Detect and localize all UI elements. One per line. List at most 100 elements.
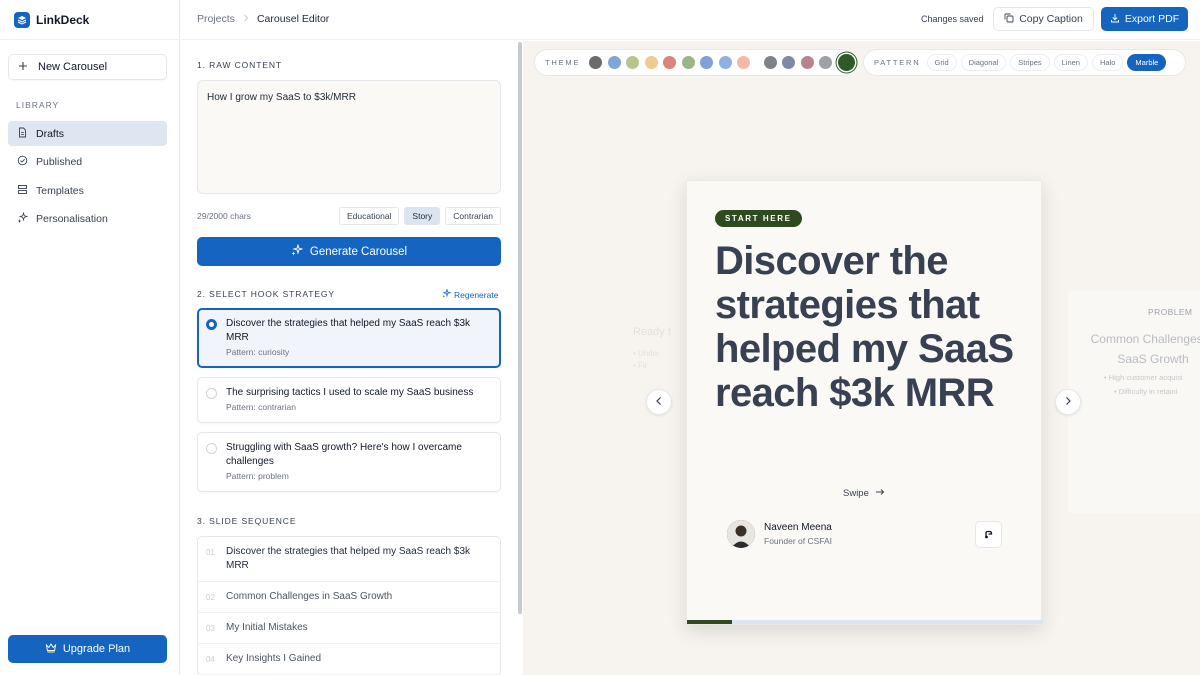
theme-swatch[interactable] bbox=[644, 56, 658, 69]
pattern-label: PATTERN bbox=[874, 58, 921, 67]
theme-swatch[interactable] bbox=[626, 56, 639, 69]
theme-swatches-group bbox=[586, 56, 753, 69]
chevron-right-icon bbox=[243, 13, 249, 25]
list-item[interactable]: 03 My Initial Mistakes bbox=[198, 613, 500, 644]
theme-swatch[interactable] bbox=[763, 56, 777, 69]
slide-title: Key Insights I Gained bbox=[226, 653, 322, 664]
tone-story[interactable]: Story bbox=[404, 207, 441, 225]
sidebar: LinkDeck New Carousel LIBRARY Drafts Pub… bbox=[0, 0, 180, 675]
theme-swatch[interactable] bbox=[782, 56, 795, 69]
pattern-option-linen[interactable]: Linen bbox=[1053, 54, 1088, 71]
pattern-option-halo[interactable]: Halo bbox=[1091, 54, 1124, 71]
next-slide-ghost: PROBLEM Common Challenges in SaaS Growth… bbox=[1068, 291, 1200, 513]
ghost-title: Ready t bbox=[633, 326, 671, 338]
prev-slide-button[interactable] bbox=[646, 389, 672, 415]
theme-swatch[interactable] bbox=[718, 56, 732, 69]
chevron-right-icon bbox=[1064, 393, 1072, 411]
new-carousel-label: New Carousel bbox=[38, 61, 108, 73]
sidebar-item-templates[interactable]: Templates bbox=[8, 178, 167, 203]
char-count: 29/2000 chars bbox=[197, 211, 251, 221]
breadcrumb-projects[interactable]: Projects bbox=[197, 13, 235, 25]
theme-swatches-group bbox=[761, 54, 858, 71]
tone-educational[interactable]: Educational bbox=[339, 207, 400, 225]
theme-swatch[interactable] bbox=[700, 56, 713, 69]
save-status: Changes saved bbox=[921, 14, 984, 24]
export-pdf-button[interactable]: Export PDF bbox=[1101, 7, 1188, 31]
pattern-option-diagonal[interactable]: Diagonal bbox=[960, 54, 1007, 71]
theme-label: THEME bbox=[545, 58, 581, 67]
slide-title: Discover the strategies that helped my S… bbox=[226, 546, 471, 571]
tone-selector: Educational Story Contrarian bbox=[339, 207, 501, 225]
pattern-options: Grid Diagonal Stripes Linen Halo Marble bbox=[926, 54, 1171, 71]
regenerate-label: Regenerate bbox=[454, 289, 499, 300]
hook-strategy-title: 2. SELECT HOOK STRATEGY bbox=[197, 289, 335, 299]
check-circle-icon bbox=[17, 155, 28, 169]
hook-pattern: Pattern: problem bbox=[226, 471, 289, 481]
copy-caption-button[interactable]: Copy Caption bbox=[993, 7, 1094, 31]
pattern-option-marble[interactable]: Marble bbox=[1127, 54, 1167, 71]
tone-contrarian[interactable]: Contrarian bbox=[445, 207, 501, 225]
hook-text: The surprising tactics I used to scale m… bbox=[226, 387, 474, 398]
ghost-title: Common Challenges in SaaS Growth bbox=[1090, 332, 1200, 366]
radio-selected[interactable] bbox=[206, 319, 217, 330]
list-item[interactable]: 01 Discover the strategies that helped m… bbox=[198, 537, 500, 582]
theme-swatch[interactable] bbox=[589, 56, 602, 69]
save-slide-button[interactable] bbox=[975, 521, 1002, 548]
swipe-label: Swipe bbox=[843, 488, 869, 499]
theme-swatch[interactable] bbox=[681, 56, 695, 69]
upgrade-plan-button[interactable]: Upgrade Plan bbox=[8, 635, 167, 663]
hook-option-contrarian[interactable]: The surprising tactics I used to scale m… bbox=[197, 377, 501, 423]
editor-scrollbar[interactable] bbox=[518, 42, 522, 614]
stack-icon bbox=[17, 184, 28, 198]
ghost-label: PROBLEM bbox=[1148, 307, 1193, 317]
crown-icon bbox=[45, 642, 57, 656]
pattern-option-grid[interactable]: Grid bbox=[926, 54, 957, 71]
brand[interactable]: LinkDeck bbox=[0, 0, 179, 40]
sidebar-item-label: Templates bbox=[36, 184, 84, 197]
sidebar-item-published[interactable]: Published bbox=[8, 150, 167, 175]
theme-swatch[interactable] bbox=[837, 54, 855, 71]
radio[interactable] bbox=[206, 388, 217, 399]
list-item[interactable]: 04 Key Insights I Gained bbox=[198, 644, 500, 675]
editor-panel: 1. RAW CONTENT How I grow my SaaS to $3k… bbox=[181, 41, 522, 675]
sidebar-item-drafts[interactable]: Drafts bbox=[8, 121, 167, 146]
theme-swatch[interactable] bbox=[607, 56, 621, 69]
theme-swatch[interactable] bbox=[800, 56, 814, 69]
pattern-picker: PATTERN Grid Diagonal Stripes Linen Halo Marb… bbox=[863, 49, 1186, 76]
raw-content-input[interactable]: How I grow my SaaS to $3k/MRR bbox=[197, 80, 501, 194]
sidebar-item-personalisation[interactable]: Personalisation bbox=[8, 207, 167, 232]
slide-headline: Discover the strategies that helped my S… bbox=[715, 239, 1014, 415]
hook-option-problem[interactable]: Struggling with SaaS growth? Here's how … bbox=[197, 432, 501, 492]
plus-icon bbox=[18, 61, 28, 74]
slide-card: START HERE Discover the strategies that … bbox=[686, 180, 1043, 625]
list-item[interactable]: 02 Common Challenges in SaaS Growth bbox=[198, 582, 500, 613]
author-name: Naveen Meena bbox=[764, 522, 832, 533]
radio[interactable] bbox=[206, 443, 217, 454]
sidebar-item-label: Personalisation bbox=[36, 213, 108, 225]
author-role: Founder of CSFAI bbox=[764, 536, 833, 546]
pointer-icon bbox=[983, 526, 994, 544]
ghost-bullet: • Fir bbox=[633, 361, 648, 370]
generate-carousel-label: Generate Carousel bbox=[309, 245, 408, 258]
slide-progress-fill bbox=[687, 620, 732, 624]
ghost-bullet: • Under bbox=[633, 349, 660, 358]
theme-swatch[interactable] bbox=[663, 56, 676, 69]
new-carousel-button[interactable]: New Carousel bbox=[8, 54, 167, 80]
slide-number: 04 bbox=[206, 655, 215, 664]
generate-carousel-button[interactable]: Generate Carousel bbox=[197, 237, 501, 266]
theme-swatch[interactable] bbox=[819, 56, 832, 69]
sidebar-item-label: Published bbox=[36, 156, 83, 168]
slide-title: My Initial Mistakes bbox=[226, 622, 308, 633]
pattern-option-stripes[interactable]: Stripes bbox=[1010, 54, 1050, 71]
slide-number: 01 bbox=[206, 548, 215, 557]
prev-slide-ghost: Ready t • Under • Fir bbox=[633, 326, 671, 372]
regenerate-button[interactable]: Regenerate bbox=[442, 288, 499, 300]
next-slide-button[interactable] bbox=[1055, 389, 1081, 415]
slide-title: Common Challenges in SaaS Growth bbox=[226, 591, 393, 602]
raw-content-title: 1. RAW CONTENT bbox=[197, 60, 283, 70]
theme-swatch[interactable] bbox=[737, 56, 750, 69]
ghost-bullet: • High customer acquisi bbox=[1104, 373, 1183, 382]
hook-option-curiosity[interactable]: Discover the strategies that helped my S… bbox=[197, 308, 501, 368]
arrow-right-icon bbox=[875, 488, 885, 499]
sparkle-icon bbox=[442, 288, 452, 300]
